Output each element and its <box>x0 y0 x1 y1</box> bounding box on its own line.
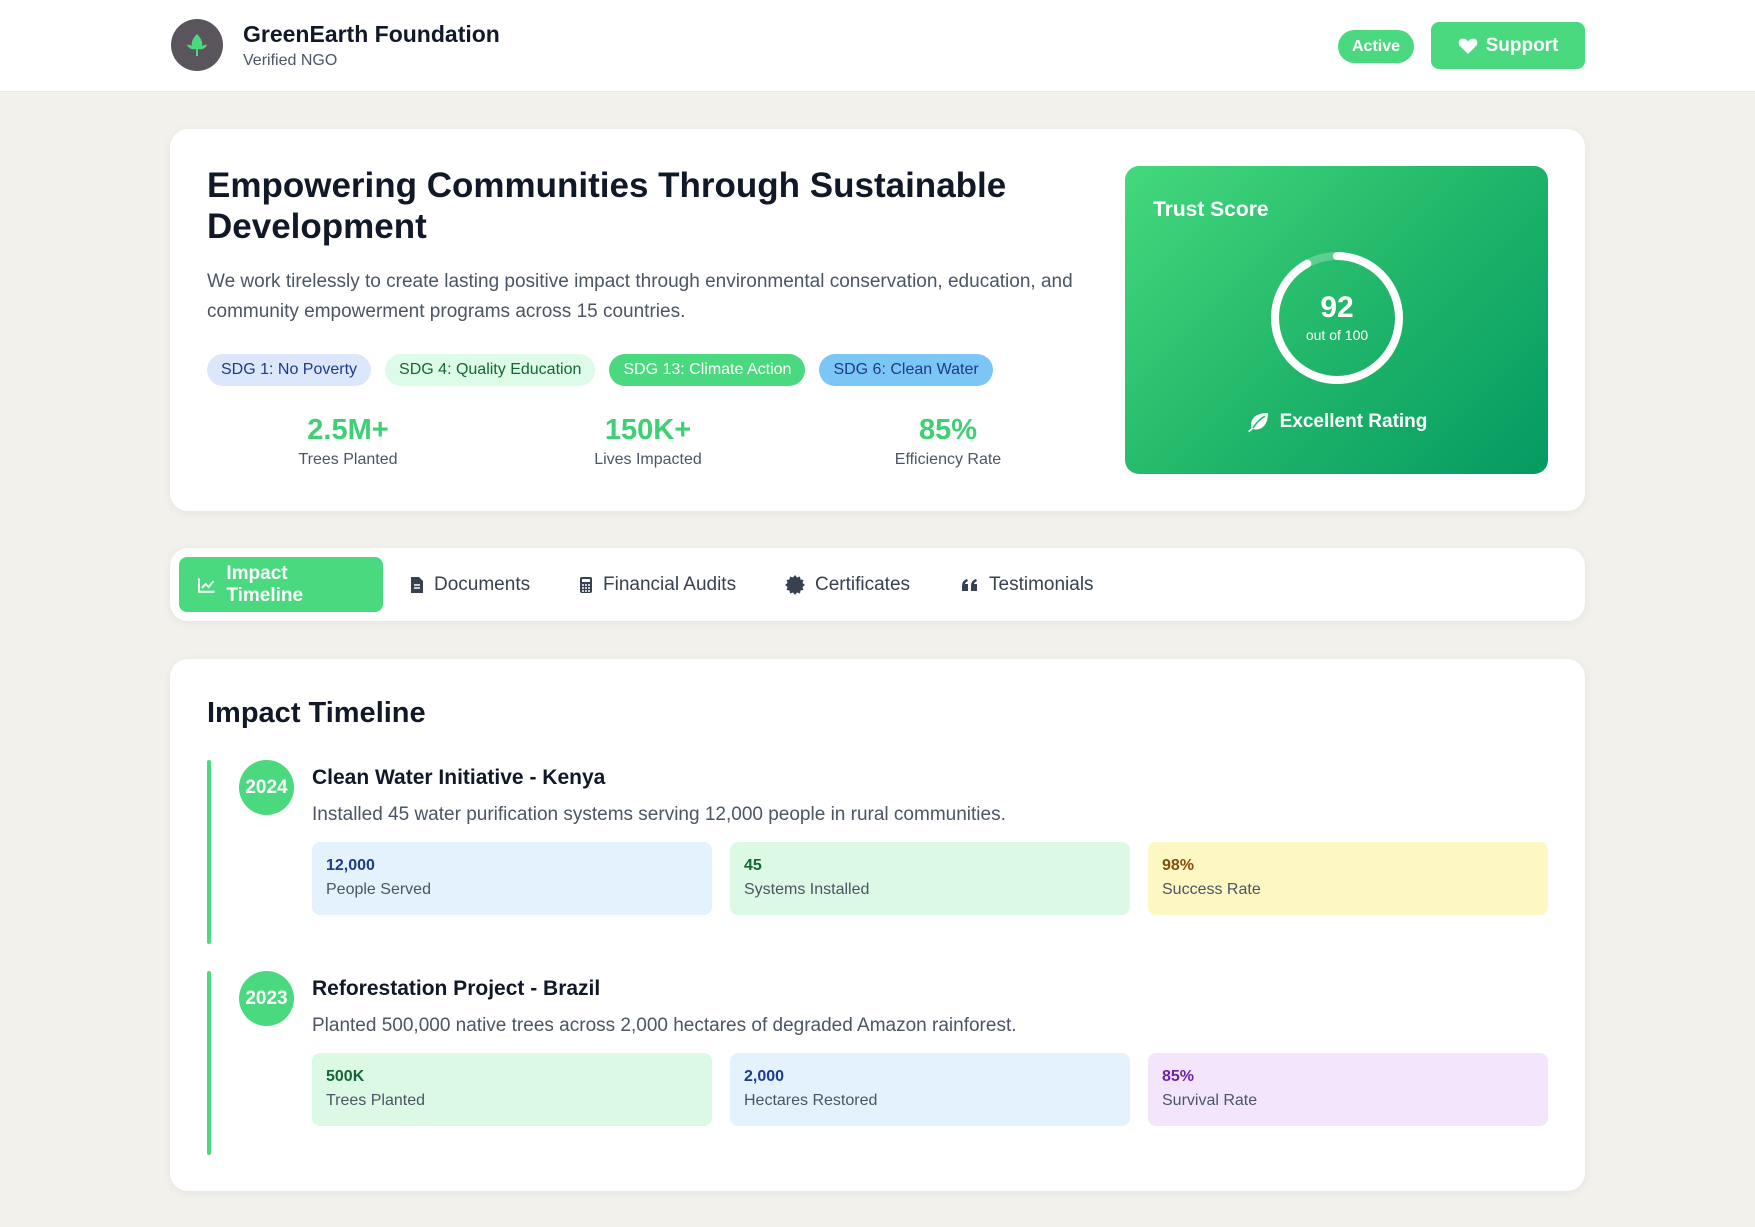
tab-testimonials[interactable]: Testimonials <box>943 557 1112 612</box>
tab-label: Certificates <box>815 573 911 595</box>
stat-label: Lives Impacted <box>594 451 702 468</box>
metric-card: 85% Survival Rate <box>1148 1053 1548 1126</box>
stat-trees: 2.5M+ Trees Planted <box>248 414 448 469</box>
stat-lives: 150K+ Lives Impacted <box>548 414 748 469</box>
stat-value: 2.5M+ <box>307 414 389 446</box>
timeline-line <box>207 760 211 944</box>
metric-label: Survival Rate <box>1162 1092 1258 1109</box>
chart-line-icon <box>197 577 215 593</box>
trust-rating: Excellent Rating <box>1125 411 1548 433</box>
stat-label: Trees Planted <box>298 451 398 468</box>
timeline-item-title: Reforestation Project - Brazil <box>312 977 601 1000</box>
tab-impact-timeline[interactable]: Impact Timeline <box>179 557 383 612</box>
metric-value: 98% <box>1162 857 1195 874</box>
metric-value: 45 <box>744 857 762 874</box>
support-button[interactable]: Support <box>1431 22 1585 69</box>
section-title: Impact Timeline <box>207 697 426 729</box>
sdg-tag[interactable]: SDG 13: Climate Action <box>609 354 806 386</box>
sdg-tag[interactable]: SDG 4: Quality Education <box>385 354 596 386</box>
metric-label: Success Rate <box>1162 881 1261 898</box>
tab-label: Documents <box>434 573 531 595</box>
metric-value: 12,000 <box>326 857 375 874</box>
metric-value: 85% <box>1162 1068 1195 1085</box>
top-header: GreenEarth Foundation Verified NGO Activ… <box>0 0 1755 92</box>
tab-bar: Impact Timeline Documents Financial Audi… <box>170 548 1585 621</box>
tab-financial-audits[interactable]: Financial Audits <box>561 557 754 612</box>
tab-certificates[interactable]: Certificates <box>767 557 928 612</box>
trust-score-scale: out of 100 <box>1305 327 1369 343</box>
sdg-tag-list: SDG 1: No Poverty SDG 4: Quality Educati… <box>207 354 993 386</box>
metric-value: 2,000 <box>744 1068 785 1085</box>
sdg-tag[interactable]: SDG 1: No Poverty <box>207 354 372 386</box>
brand[interactable]: GreenEarth Foundation Verified NGO <box>171 19 500 71</box>
heart-icon <box>1458 38 1477 54</box>
tab-documents[interactable]: Documents <box>392 557 548 612</box>
tab-label: Financial Audits <box>603 573 737 595</box>
document-icon <box>411 576 423 593</box>
timeline-item: 2023 Reforestation Project - Brazil Plan… <box>207 971 1548 1155</box>
hero-card: Empowering Communities Through Sustainab… <box>170 129 1585 511</box>
rating-label: Excellent Rating <box>1279 411 1428 432</box>
calculator-icon <box>580 576 592 593</box>
leaf-icon <box>1247 413 1268 433</box>
quote-icon <box>962 578 977 591</box>
metric-label: Trees Planted <box>326 1092 426 1109</box>
hero-title: Empowering Communities Through Sustainab… <box>207 166 1007 246</box>
metric-label: Hectares Restored <box>744 1092 878 1109</box>
sdg-tag[interactable]: SDG 6: Clean Water <box>819 354 993 386</box>
metric-card: 500K Trees Planted <box>312 1053 712 1126</box>
metric-label: Systems Installed <box>744 881 870 898</box>
status-badge: Active <box>1338 30 1415 63</box>
metric-card: 2,000 Hectares Restored <box>730 1053 1130 1126</box>
trust-score-value: 92 <box>1320 291 1354 324</box>
leaf-icon <box>187 34 207 56</box>
org-logo <box>171 19 223 71</box>
org-subtitle: Verified NGO <box>243 52 338 69</box>
stat-label: Efficiency Rate <box>894 451 1002 468</box>
stat-value: 150K+ <box>604 414 692 446</box>
hero-description: We work tirelessly to create lasting pos… <box>207 271 1073 322</box>
timeline-item-title: Clean Water Initiative - Kenya <box>312 766 606 789</box>
tab-label: Impact Timeline <box>226 562 304 606</box>
metric-card: 98% Success Rate <box>1148 842 1548 915</box>
support-label: Support <box>1485 34 1559 56</box>
metric-value: 500K <box>326 1068 365 1085</box>
timeline-item: 2024 Clean Water Initiative - Kenya Inst… <box>207 760 1548 944</box>
metric-card: 12,000 People Served <box>312 842 712 915</box>
certificate-icon <box>785 574 805 595</box>
timeline-item-description: Installed 45 water purification systems … <box>312 804 1006 825</box>
trust-title: Trust Score <box>1153 198 1269 221</box>
org-name: GreenEarth Foundation <box>243 21 500 47</box>
trust-score-panel: Trust Score 92 out of 100 Excellent Rati… <box>1125 166 1548 474</box>
timeline-item-description: Planted 500,000 native trees across 2,00… <box>312 1015 1017 1036</box>
stat-value: 85% <box>918 414 978 446</box>
timeline-year-badge: 2023 <box>239 971 294 1026</box>
timeline-year-badge: 2024 <box>239 760 294 815</box>
tab-label: Testimonials <box>989 573 1094 595</box>
stat-efficiency: 85% Efficiency Rate <box>848 414 1048 469</box>
timeline-line <box>207 971 211 1155</box>
metric-label: People Served <box>326 881 431 898</box>
impact-timeline-section: Impact Timeline 2024 Clean Water Initiat… <box>170 659 1585 1191</box>
metric-card: 45 Systems Installed <box>730 842 1130 915</box>
